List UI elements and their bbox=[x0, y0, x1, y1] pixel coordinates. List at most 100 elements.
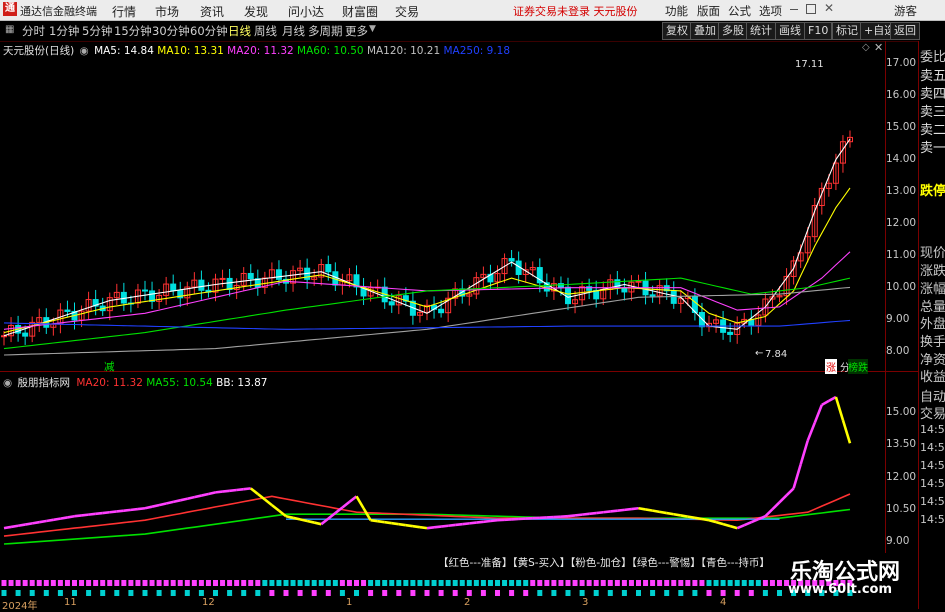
close-icon[interactable]: ✕ bbox=[874, 41, 883, 54]
signal-cell bbox=[481, 590, 486, 596]
btn-draw[interactable]: 画线 bbox=[775, 22, 805, 40]
tab-5min[interactable]: 5分钟 bbox=[82, 23, 112, 39]
signal-cell bbox=[269, 580, 274, 586]
date-tick: 11 bbox=[64, 597, 77, 608]
main-chart[interactable] bbox=[0, 57, 886, 371]
menu-item-ask[interactable]: 问小达 bbox=[288, 3, 324, 20]
side-label: 卖四 bbox=[920, 83, 945, 102]
bb-segment bbox=[780, 495, 787, 502]
signal-cell bbox=[509, 590, 514, 596]
signal-cell bbox=[354, 580, 359, 586]
tab-weekly[interactable]: 周线 bbox=[254, 23, 277, 39]
bb-segment bbox=[589, 513, 596, 514]
signal-cell bbox=[537, 590, 542, 596]
signal-cell bbox=[544, 580, 549, 586]
signal-cell bbox=[777, 580, 782, 586]
tag-bangdie[interactable]: 榜跌 bbox=[848, 359, 868, 374]
btn-f10[interactable]: F10 bbox=[804, 22, 832, 40]
settings-icon[interactable]: ◉ bbox=[3, 377, 12, 389]
signal-cell bbox=[347, 580, 352, 586]
bb-segment bbox=[427, 527, 434, 528]
bb-segment bbox=[646, 509, 653, 510]
side-label: 卖三 bbox=[920, 101, 945, 120]
tab-daily[interactable]: 日线 bbox=[228, 23, 251, 39]
btn-mark[interactable]: 标记 bbox=[832, 22, 862, 40]
bb-segment bbox=[392, 523, 399, 524]
signal-cell bbox=[523, 590, 528, 596]
date-tick: 2024年 bbox=[2, 597, 37, 612]
side-label: 卖二 bbox=[920, 119, 945, 138]
signal-cell bbox=[530, 580, 535, 586]
side-label: 卖一 bbox=[920, 137, 945, 156]
signal-cell bbox=[453, 590, 458, 596]
bb-segment bbox=[653, 511, 660, 512]
close-icon[interactable]: ✕ bbox=[824, 1, 834, 15]
signal-cell bbox=[678, 590, 683, 596]
settings-icon[interactable]: ◉ bbox=[80, 45, 89, 57]
legend-sub-ma55: MA55: 10.54 bbox=[146, 377, 213, 389]
btn-multi-stock[interactable]: 多股 bbox=[718, 22, 748, 40]
diamond-icon[interactable]: ◇ bbox=[862, 42, 870, 53]
btn-back[interactable]: 返回 bbox=[890, 22, 920, 40]
menu-item-hangqing[interactable]: 行情 bbox=[112, 3, 136, 20]
signal-cell bbox=[157, 580, 162, 586]
tool-layout[interactable]: 版面 bbox=[697, 3, 720, 19]
tab-1min[interactable]: 1分钟 bbox=[49, 23, 79, 39]
grid-icon[interactable]: ▦ bbox=[5, 24, 14, 35]
candle-body bbox=[171, 284, 176, 291]
menu-item-wealth[interactable]: 财富圈 bbox=[342, 3, 378, 20]
signal-cell bbox=[171, 580, 176, 586]
tab-30min[interactable]: 30分钟 bbox=[152, 23, 190, 39]
candle-body bbox=[509, 259, 514, 262]
menu-item-discover[interactable]: 发现 bbox=[244, 3, 268, 20]
legend-ma250: MA250: 9.18 bbox=[444, 45, 511, 57]
bb-segment bbox=[230, 490, 237, 491]
bb-segment bbox=[314, 523, 321, 525]
pane-divider bbox=[0, 371, 918, 372]
chevron-down-icon[interactable]: ▼ bbox=[369, 24, 376, 34]
signal-cell bbox=[361, 580, 366, 586]
signal-cell bbox=[650, 580, 655, 586]
guest-label[interactable]: 游客 bbox=[894, 3, 917, 19]
bb-segment bbox=[808, 423, 815, 441]
tool-function[interactable]: 功能 bbox=[665, 3, 688, 19]
signal-cell bbox=[756, 580, 761, 586]
btn-stats[interactable]: 统计 bbox=[746, 22, 776, 40]
bb-segment bbox=[610, 511, 617, 512]
tab-timeshare[interactable]: 分时 bbox=[22, 23, 45, 39]
signal-cell bbox=[248, 580, 253, 586]
sub-tick: 15.00 bbox=[886, 406, 916, 418]
bb-segment bbox=[702, 519, 709, 520]
tab-monthly[interactable]: 月线 bbox=[282, 23, 305, 39]
tool-formula[interactable]: 公式 bbox=[728, 3, 751, 19]
signal-cell bbox=[587, 580, 592, 586]
sub-chart[interactable] bbox=[0, 389, 886, 552]
minimize-icon[interactable] bbox=[790, 9, 798, 10]
btn-adjust[interactable]: 复权 bbox=[662, 22, 692, 40]
tab-multi-period[interactable]: 多周期 bbox=[308, 23, 343, 39]
signal-cell bbox=[502, 580, 507, 586]
tab-15min[interactable]: 15分钟 bbox=[114, 23, 152, 39]
maximize-icon[interactable] bbox=[806, 4, 816, 14]
tab-more[interactable]: 更多 bbox=[345, 23, 368, 39]
menu-item-trade[interactable]: 交易 bbox=[395, 3, 419, 20]
price-tick: 13.00 bbox=[886, 185, 916, 197]
signal-cell bbox=[636, 590, 641, 596]
signal-cell bbox=[615, 580, 620, 586]
signal-cell bbox=[735, 590, 740, 596]
tab-60min[interactable]: 60分钟 bbox=[190, 23, 228, 39]
signal-cell bbox=[65, 580, 70, 586]
signal-cell bbox=[368, 590, 373, 596]
app-logo-icon: 通 bbox=[3, 2, 17, 16]
bb-segment bbox=[18, 525, 25, 526]
tool-options[interactable]: 选项 bbox=[759, 3, 782, 19]
menu-item-market[interactable]: 市场 bbox=[155, 3, 179, 20]
signal-cell bbox=[51, 580, 56, 586]
btn-overlay[interactable]: 叠加 bbox=[690, 22, 720, 40]
bb-segment bbox=[201, 494, 208, 496]
bb-segment bbox=[378, 521, 385, 522]
signal-cell bbox=[721, 580, 726, 586]
signal-cell bbox=[763, 580, 768, 586]
tag-zhang[interactable]: 涨 bbox=[825, 359, 837, 374]
menu-item-news[interactable]: 资讯 bbox=[200, 3, 224, 20]
